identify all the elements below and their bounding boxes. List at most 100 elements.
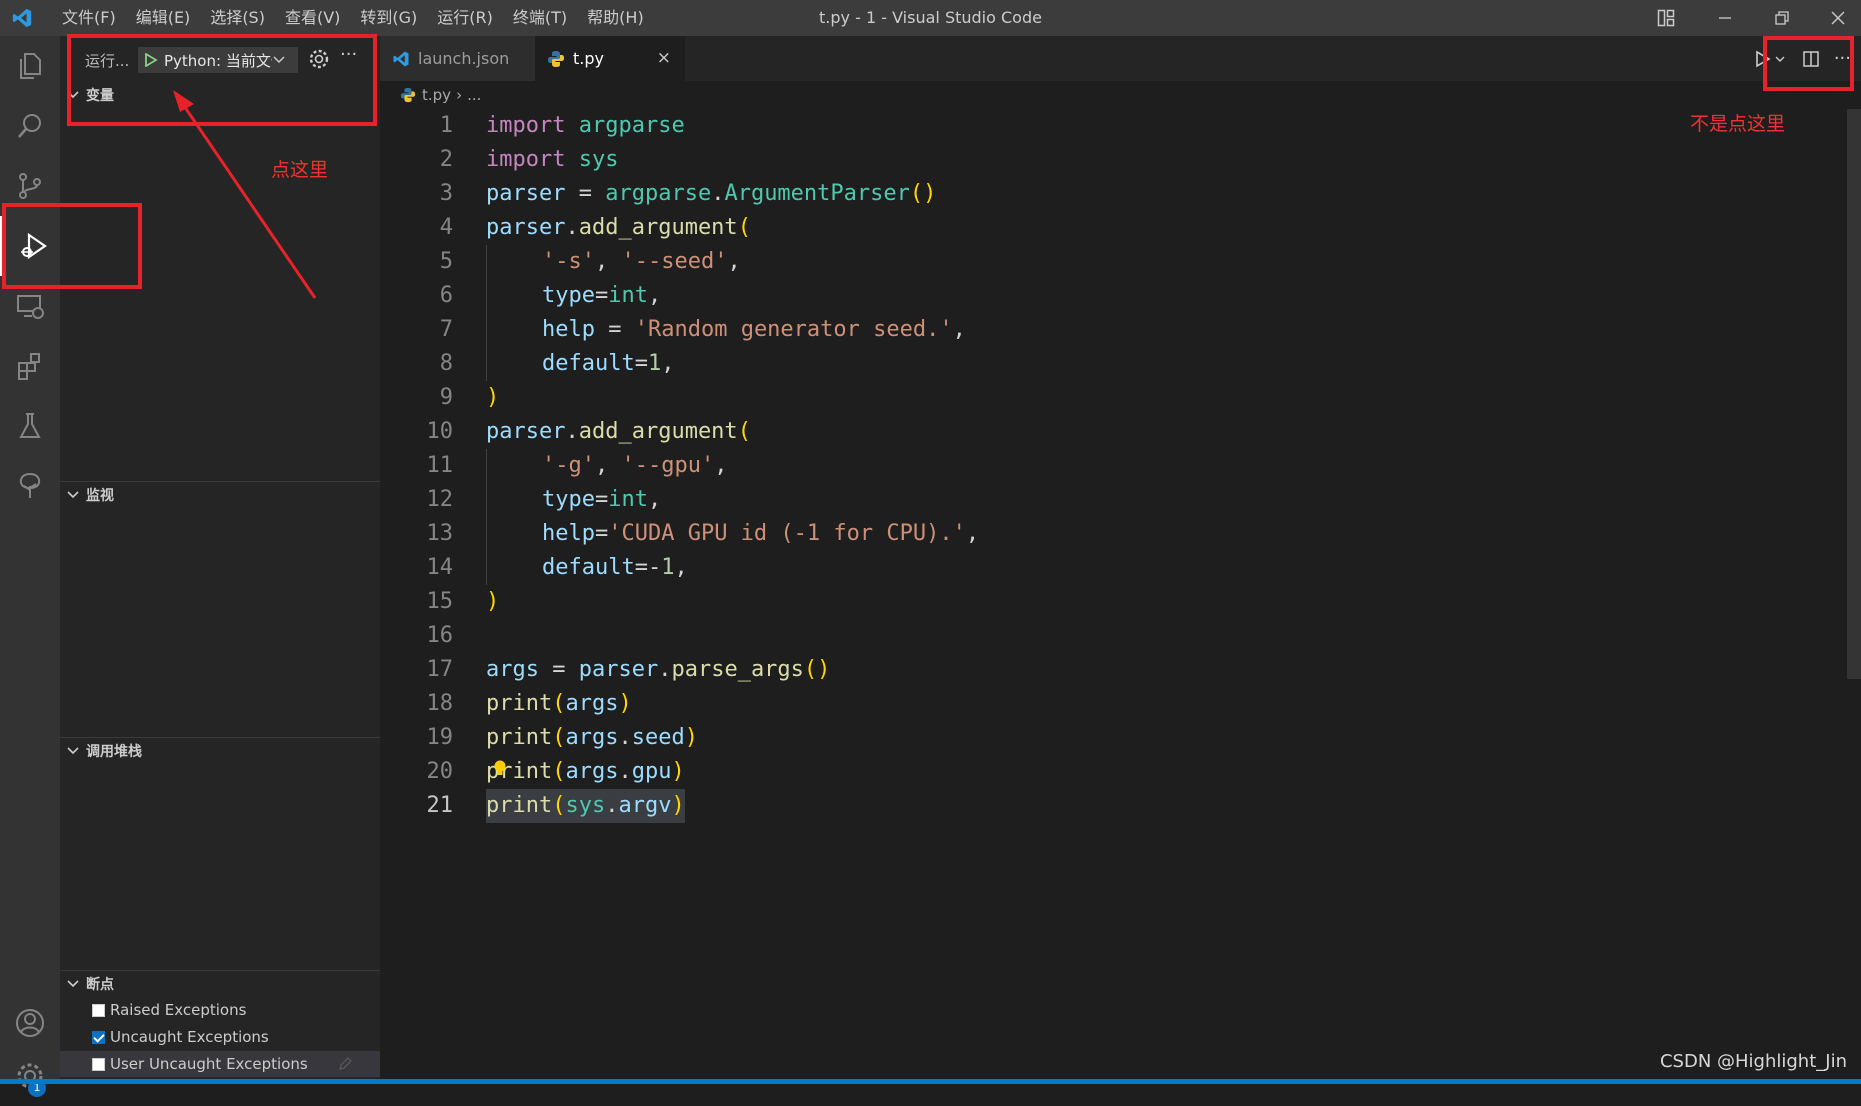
lightbulb-icon[interactable] <box>493 759 507 779</box>
menu-go[interactable]: 转到(G) <box>350 0 427 36</box>
python-file-icon <box>548 50 564 67</box>
code-line: 20 print(args.gpu) <box>380 755 1840 789</box>
line-number: 19 <box>426 725 454 750</box>
menu-terminal[interactable]: 终端(T) <box>503 0 577 36</box>
line-number: 5 <box>439 249 453 274</box>
tab-t-py[interactable]: t.py × <box>535 36 685 81</box>
code-line: 12 type=int, <box>380 483 1840 517</box>
breadcrumb: t.py › ... <box>380 81 1861 109</box>
line-number: 20 <box>426 759 454 784</box>
extensions-icon[interactable] <box>0 336 60 396</box>
section-breakpoints-label: 断点 <box>86 977 114 993</box>
chevron-down-icon <box>67 491 79 499</box>
code-line: 13 help='CUDA GPU id (-1 for CPU).', <box>380 517 1840 551</box>
menu-help[interactable]: 帮助(H) <box>577 0 654 36</box>
line-number: 2 <box>439 147 453 172</box>
code-line: 9) <box>380 381 1840 415</box>
account-icon[interactable] <box>0 993 60 1053</box>
title-bar: 文件(F) 编辑(E) 选择(S) 查看(V) 转到(G) 运行(R) 终端(T… <box>0 0 1861 36</box>
editor-scrollbar[interactable] <box>1847 109 1861 679</box>
editor-tab-bar: launch.json t.py × ··· <box>380 36 1861 81</box>
code-line: 6 type=int, <box>380 279 1840 313</box>
menu-file[interactable]: 文件(F) <box>52 0 126 36</box>
code-line: 8 default=1, <box>380 347 1840 381</box>
manage-gear-icon[interactable]: 1 <box>0 1046 60 1106</box>
checkbox[interactable] <box>92 1003 105 1017</box>
vscode-file-icon <box>393 51 409 66</box>
menu-bar: 文件(F) 编辑(E) 选择(S) 查看(V) 转到(G) 运行(R) 终端(T… <box>52 0 654 36</box>
breadcrumb-file[interactable]: t.py <box>422 86 451 104</box>
line-number: 8 <box>439 351 453 376</box>
line-number: 3 <box>439 181 453 206</box>
annotation-box-run-debug <box>2 203 142 289</box>
tab-label: launch.json <box>418 49 510 68</box>
chevron-down-icon <box>67 980 79 988</box>
menu-edit[interactable]: 编辑(E) <box>126 0 201 36</box>
python-file-icon <box>400 87 416 103</box>
close-tab-icon[interactable]: × <box>657 48 671 68</box>
breadcrumb-separator: › <box>456 86 463 104</box>
breakpoint-raised-exceptions[interactable]: Raised Exceptions <box>60 997 380 1023</box>
run-debug-sidebar: 运行... Python: 当前文件 ··· 变量 监视 调用堆栈 断点 Rai… <box>60 36 380 1079</box>
line-number: 18 <box>426 691 454 716</box>
edit-condition-icon[interactable] <box>337 1056 353 1072</box>
code-line: 18 print(args) <box>380 687 1840 721</box>
code-line: 2 import sys <box>380 143 1840 177</box>
line-number: 13 <box>426 521 454 546</box>
close-window-icon[interactable] <box>1810 0 1861 36</box>
section-call-stack[interactable]: 调用堆栈 <box>60 737 380 764</box>
section-breakpoints[interactable]: 断点 <box>60 970 380 997</box>
line-number: 21 <box>426 793 454 818</box>
line-number: 9 <box>439 385 453 410</box>
breakpoint-label: Uncaught Exceptions <box>110 1028 269 1046</box>
section-watch-label: 监视 <box>86 488 114 504</box>
breadcrumb-rest[interactable]: ... <box>467 86 481 104</box>
code-line: 17 args = parser.parse_args() <box>380 653 1840 687</box>
code-line: 15) <box>380 585 1840 619</box>
line-number: 15 <box>426 589 454 614</box>
line-number: 7 <box>439 317 453 342</box>
line-number: 11 <box>426 453 454 478</box>
restore-icon[interactable] <box>1754 0 1810 36</box>
menu-run[interactable]: 运行(R) <box>427 0 503 36</box>
code-line: 10 parser.add_argument( <box>380 415 1840 449</box>
breakpoint-uncaught-exceptions[interactable]: Uncaught Exceptions <box>60 1024 380 1050</box>
tab-label: t.py <box>573 49 604 68</box>
checkbox[interactable] <box>92 1030 105 1044</box>
checkbox[interactable] <box>92 1057 105 1071</box>
section-watch[interactable]: 监视 <box>60 481 380 508</box>
layout-icon[interactable] <box>1638 0 1694 36</box>
line-number: 17 <box>426 657 454 682</box>
testing-icon[interactable] <box>0 396 60 456</box>
explorer-icon[interactable] <box>0 36 60 96</box>
annotation-click-here: 点这里 <box>271 159 329 181</box>
line-number: 10 <box>426 419 454 444</box>
chevron-down-icon <box>67 747 79 755</box>
line-number: 6 <box>439 283 453 308</box>
vscode-logo-icon <box>12 8 32 28</box>
line-number: 16 <box>426 623 454 648</box>
annotation-box-debug-config <box>67 34 377 126</box>
menu-view[interactable]: 查看(V) <box>275 0 350 36</box>
tree-icon[interactable] <box>0 456 60 516</box>
search-icon[interactable] <box>0 96 60 156</box>
menu-selection[interactable]: 选择(S) <box>200 0 275 36</box>
annotation-not-here: 不是点这里 <box>1690 113 1786 135</box>
tab-launch-json[interactable]: launch.json <box>380 36 535 81</box>
annotation-box-run-button <box>1763 36 1854 91</box>
code-editor[interactable]: 1 import argparse 2 import sys 3 parser = a… <box>380 109 1861 1079</box>
code-line: 4 parser.add_argument( <box>380 211 1840 245</box>
line-number: 14 <box>426 555 454 580</box>
code-line: 21 print(sys.argv) <box>380 789 1840 823</box>
line-number: 1 <box>439 113 453 138</box>
code-line: 5 '-s', '--seed', <box>380 245 1840 279</box>
code-line: 1 import argparse <box>380 109 1840 143</box>
activity-bar: 1 <box>0 36 60 1097</box>
line-number: 4 <box>439 215 453 240</box>
code-line: 14 default=-1, <box>380 551 1840 585</box>
minimize-icon[interactable] <box>1697 0 1753 36</box>
line-number: 12 <box>426 487 454 512</box>
breakpoint-user-uncaught-exceptions[interactable]: User Uncaught Exceptions <box>60 1051 380 1077</box>
watermark: CSDN @Highlight_Jin <box>1659 1051 1847 1072</box>
code-line: 3 parser = argparse.ArgumentParser() <box>380 177 1840 211</box>
